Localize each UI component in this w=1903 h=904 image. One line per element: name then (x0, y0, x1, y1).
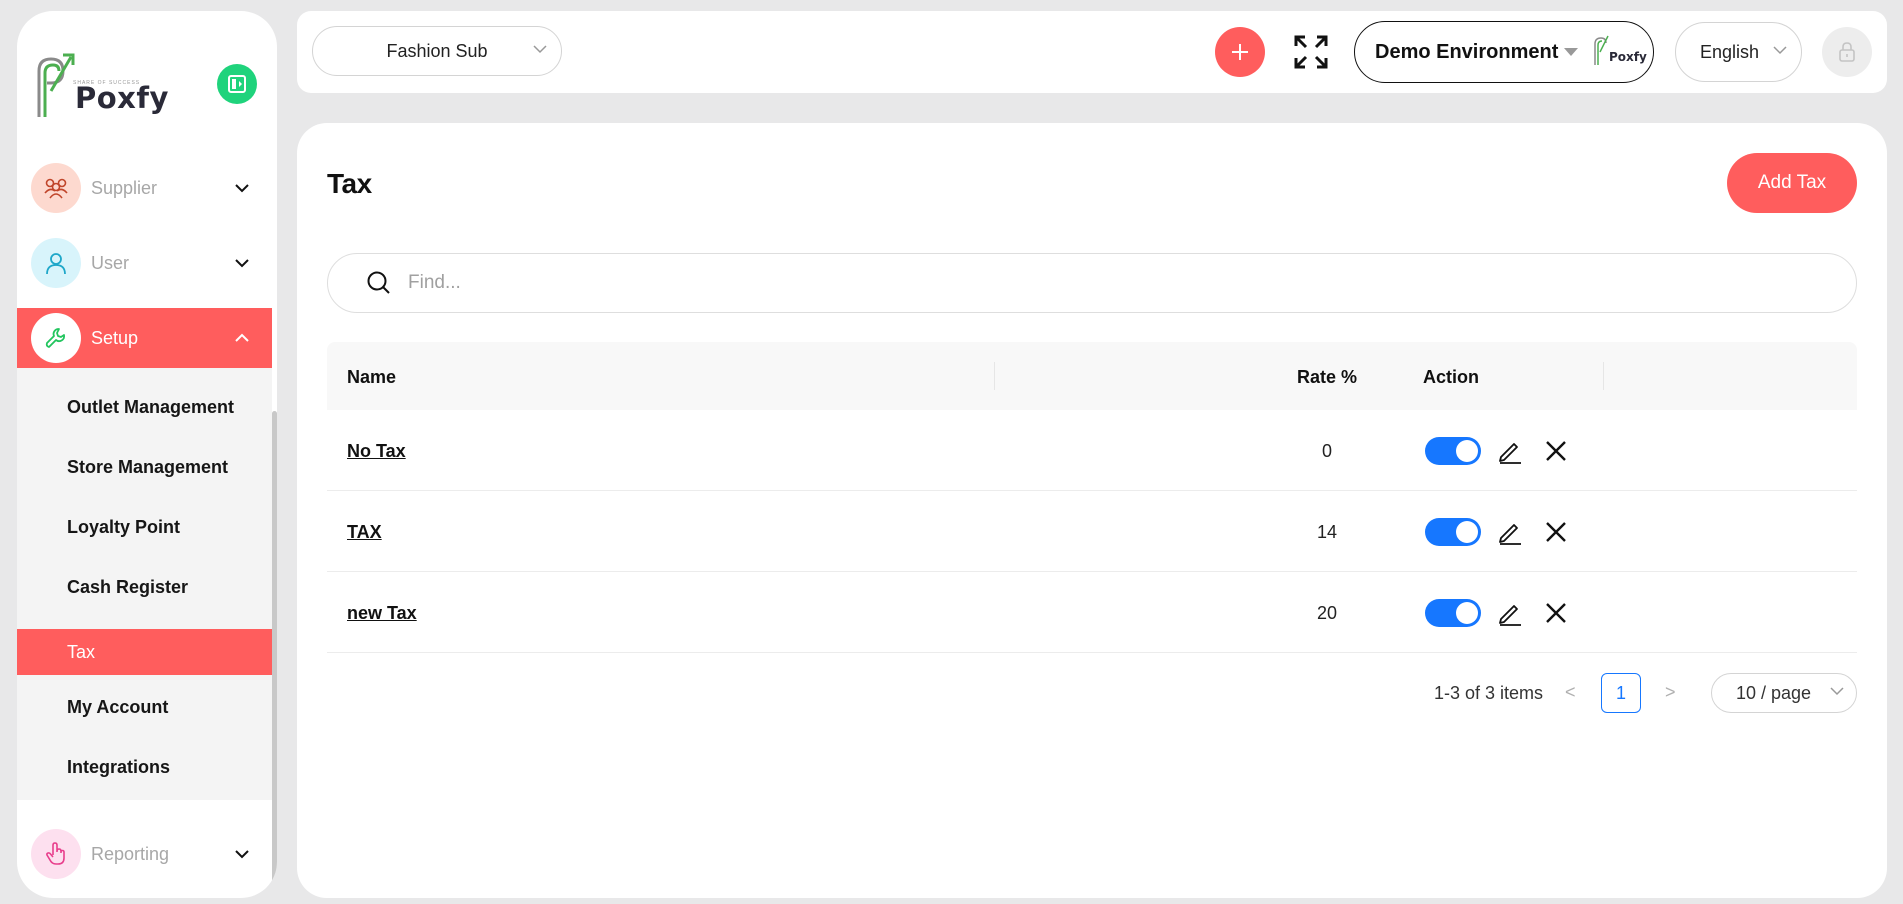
chevron-down-icon (533, 45, 547, 54)
setup-submenu: Outlet Management Store Management Loyal… (17, 368, 272, 800)
outlet-select[interactable]: Fashion Sub (312, 26, 562, 76)
column-header-rate: Rate % (1296, 367, 1358, 387)
pagination-total: 1-3 of 3 items (1434, 683, 1544, 703)
tax-rate: 14 (1316, 522, 1338, 542)
main-panel: Tax Add Tax Name Rate % Action No Tax 0 (297, 123, 1887, 898)
sidebar-item-reporting[interactable]: Reporting (17, 824, 272, 884)
search-icon (367, 271, 390, 294)
submenu-item-loyalty-point[interactable]: Loyalty Point (17, 504, 272, 550)
tax-status-toggle[interactable] (1425, 437, 1481, 465)
page-size-select[interactable]: 10 / page (1711, 673, 1857, 713)
sidebar-item-label: Reporting (91, 843, 170, 864)
plus-icon (1232, 44, 1248, 60)
chevron-down-icon (1830, 687, 1844, 696)
submenu-item-store-management[interactable]: Store Management (17, 444, 272, 490)
language-select[interactable]: English (1675, 22, 1802, 82)
submenu-item-my-account[interactable]: My Account (17, 684, 272, 730)
chevron-up-icon (235, 333, 249, 342)
outlet-select-value: Fashion Sub (386, 40, 488, 61)
table-row: No Tax 0 (327, 410, 1857, 491)
chevron-down-icon (235, 850, 249, 859)
tax-table: Name Rate % Action No Tax 0 TAX 14 new T… (327, 342, 1857, 653)
tax-name-link[interactable]: No Tax (347, 441, 406, 462)
environment-logo-text: Poxfy (1609, 50, 1647, 64)
column-header-action: Action (1423, 367, 1479, 387)
search-bar (327, 253, 1857, 313)
chevron-down-icon (1773, 46, 1787, 55)
pagination-next-button[interactable]: > (1665, 682, 1676, 703)
poxfy-logo-icon (35, 51, 77, 119)
sidebar-item-label: Supplier (91, 177, 158, 198)
submenu-item-outlet-management[interactable]: Outlet Management (17, 384, 272, 430)
column-header-name: Name (347, 367, 397, 387)
sidebar-collapse-button[interactable] (217, 64, 257, 104)
brand-name: Poxfy (75, 81, 169, 115)
pagination-prev-button[interactable]: < (1565, 682, 1576, 703)
environment-select[interactable]: Demo Environment Poxfy (1354, 21, 1654, 83)
delete-icon[interactable] (1545, 440, 1567, 462)
tax-status-toggle[interactable] (1425, 518, 1481, 546)
caret-down-icon (1564, 48, 1578, 56)
sidebar-item-setup[interactable]: Setup (17, 308, 272, 368)
submenu-item-tax[interactable]: Tax (17, 629, 272, 675)
top-bar: Fashion Sub Demo Environment Poxfy Engli… (297, 11, 1887, 93)
table-header: Name Rate % Action (327, 342, 1857, 410)
search-input[interactable] (408, 272, 1808, 294)
delete-icon[interactable] (1545, 521, 1567, 543)
add-tax-button[interactable]: Add Tax (1727, 153, 1857, 213)
user-icon (31, 238, 81, 288)
tax-rate: 0 (1321, 441, 1332, 461)
poxfy-logo-icon (1594, 35, 1609, 65)
sidebar-item-label: Setup (91, 327, 139, 348)
pagination: 1-3 of 3 items < 1 > 10 / page (297, 673, 1887, 713)
column-divider (1603, 362, 1604, 390)
sidebar-item-user[interactable]: User (17, 233, 272, 293)
hand-pointer-icon (31, 829, 81, 879)
column-divider (994, 362, 995, 390)
edit-icon[interactable] (1497, 519, 1523, 545)
sidebar-toggle-icon (228, 75, 246, 93)
pagination-page-1[interactable]: 1 (1601, 673, 1641, 713)
sidebar-item-label: User (91, 252, 130, 273)
brand-tagline: SHARE OF SUCCESS (73, 80, 141, 86)
environment-select-value: Demo Environment (1375, 40, 1559, 63)
supplier-icon (31, 163, 81, 213)
table-row: new Tax 20 (327, 572, 1857, 653)
lock-button[interactable] (1822, 27, 1872, 77)
language-select-value: English (1700, 41, 1760, 62)
expand-icon (1294, 35, 1328, 69)
sidebar: Poxfy SHARE OF SUCCESS Supplier User Set… (17, 11, 277, 898)
lock-icon (1839, 42, 1855, 62)
chevron-down-icon (235, 259, 249, 268)
tax-rate: 20 (1316, 603, 1338, 623)
tax-name-link[interactable]: TAX (347, 522, 382, 543)
chevron-down-icon (235, 184, 249, 193)
quick-add-button[interactable] (1215, 27, 1265, 77)
table-row: TAX 14 (327, 491, 1857, 572)
wrench-icon (31, 313, 81, 363)
fullscreen-button[interactable] (1292, 33, 1330, 71)
tax-name-link[interactable]: new Tax (347, 603, 417, 624)
sidebar-scrollbar[interactable] (272, 411, 277, 898)
page-size-value: 10 / page (1736, 682, 1812, 703)
delete-icon[interactable] (1545, 602, 1567, 624)
submenu-item-integrations[interactable]: Integrations (17, 744, 272, 790)
environment-logo: Poxfy (1593, 34, 1647, 66)
tax-status-toggle[interactable] (1425, 599, 1481, 627)
edit-icon[interactable] (1497, 600, 1523, 626)
submenu-item-cash-register[interactable]: Cash Register (17, 564, 272, 610)
page-title: Tax (327, 168, 372, 199)
edit-icon[interactable] (1497, 438, 1523, 464)
sidebar-item-supplier[interactable]: Supplier (17, 158, 272, 218)
